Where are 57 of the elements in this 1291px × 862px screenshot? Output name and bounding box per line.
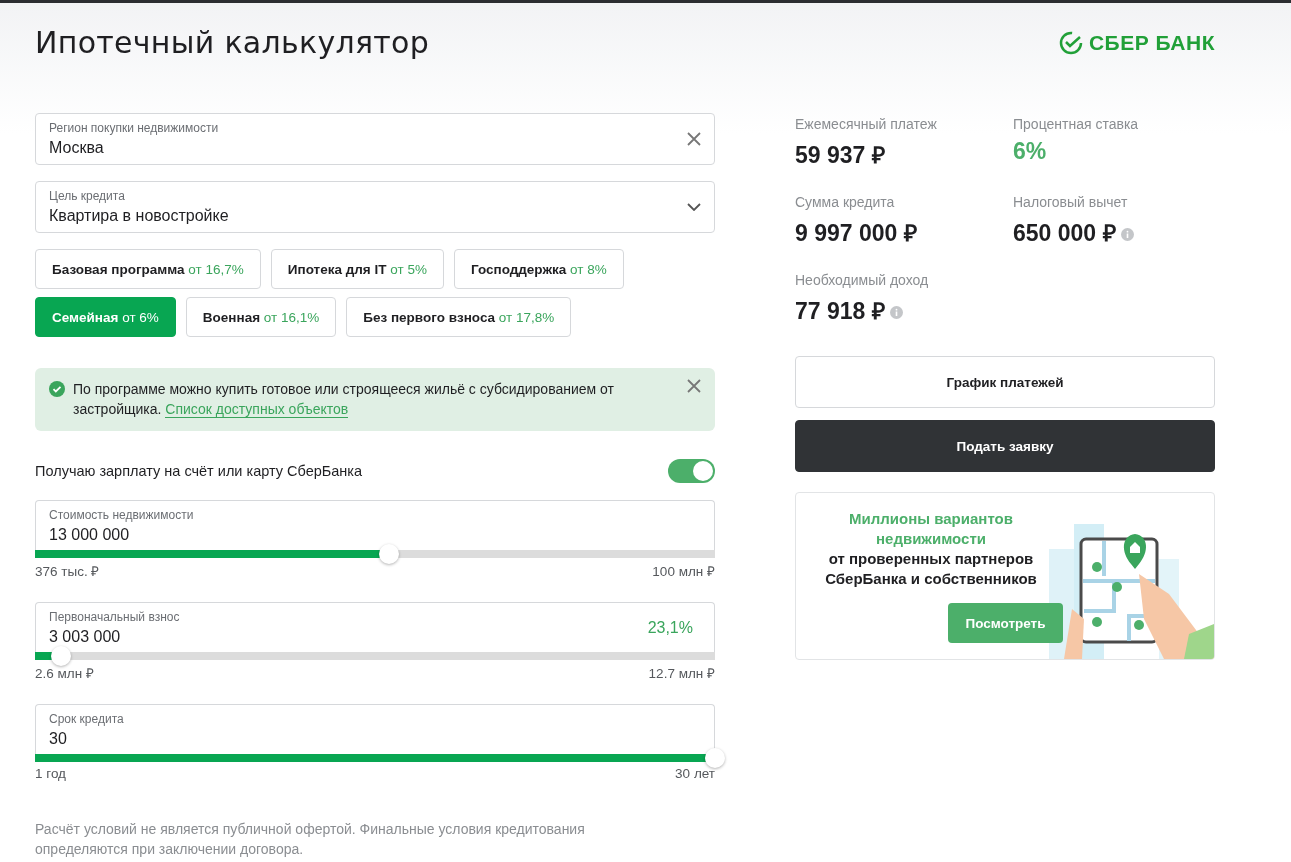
region-field[interactable]: Регион покупки недвижимости Москва	[35, 113, 715, 165]
max-label: 30 лет	[675, 766, 715, 781]
notice-text: По программе можно купить готовое или строящееся жильё с субсидированием от застройщика. Список доступных объектов	[73, 380, 615, 419]
result-value: 650 000 ₽	[1013, 219, 1116, 248]
page-title: Ипотечный калькулятор	[35, 25, 430, 60]
result-label: Необходимый доход	[795, 272, 930, 288]
field-label: Стоимость недвижимости	[49, 508, 194, 522]
field-label: Срок кредита	[49, 712, 124, 726]
program-chip[interactable]: Военная от 16,1%	[185, 297, 337, 337]
max-label: 100 млн ₽	[652, 563, 715, 580]
close-icon[interactable]	[687, 132, 701, 146]
schedule-button[interactable]: График платежей	[795, 356, 1215, 408]
slider-field[interactable]: Первоначальный взнос 3 003 000 23,1%	[35, 602, 715, 646]
result-label: Процентная ставка	[1013, 116, 1140, 132]
slider-thumb[interactable]	[378, 544, 399, 564]
field-value: Квартира в новостройке	[49, 207, 229, 225]
info-icon[interactable]	[1120, 228, 1134, 241]
apply-button[interactable]: Подать заявку	[795, 420, 1215, 472]
field-value: 3 003 000	[49, 628, 122, 646]
logo-icon	[1058, 31, 1083, 55]
field-label: Регион покупки недвижимости	[49, 121, 219, 135]
field-label: Цель кредита	[49, 189, 126, 203]
min-label: 2.6 млн ₽	[35, 665, 94, 682]
result-value: 77 918 ₽	[795, 297, 885, 326]
slider-field[interactable]: Стоимость недвижимости 13 000 000	[35, 500, 715, 544]
max-label: 12.7 млн ₽	[648, 665, 715, 682]
check-circle-icon	[49, 381, 65, 397]
percent-value: 23,1%	[647, 619, 693, 637]
result-label: Налоговый вычет	[1013, 194, 1129, 210]
slider-field[interactable]: Срок кредита 30	[35, 704, 715, 748]
toggle-label: Получаю зарплату на счёт или карту СберБанка	[35, 463, 363, 479]
min-label: 1 год	[35, 766, 66, 781]
result-label: Ежемесячный платеж	[795, 116, 938, 132]
field-value: 13 000 000	[49, 526, 131, 544]
result-label: Сумма кредита	[795, 194, 896, 210]
slider-thumb[interactable]	[705, 748, 725, 768]
field-value: Москва	[49, 139, 105, 157]
result-value: 6%	[1013, 138, 1047, 165]
slider-thumb[interactable]	[51, 646, 71, 666]
program-chip[interactable]: Базовая программа от 16,7%	[35, 249, 261, 289]
logo-text: СБЕР БАНК	[1088, 31, 1215, 55]
field-label: Первоначальный взнос	[49, 610, 180, 624]
chevron-down-icon[interactable]	[687, 203, 701, 211]
field-value: 30	[49, 730, 68, 748]
banner-subtitle: от проверенных партнеров СберБанка и собственников	[824, 549, 1038, 589]
info-icon[interactable]	[889, 306, 903, 319]
purpose-select[interactable]: Цель кредита Квартира в новостройке	[35, 181, 715, 233]
disclaimer-text: Расчёт условий не является публичной офертой. Финальные условия кредитования определяются при заключении договора.	[35, 820, 586, 859]
min-label: 376 тыс. ₽	[35, 563, 100, 580]
result-value: 59 937 ₽	[795, 141, 885, 170]
program-chip[interactable]: Господдержка от 8%	[453, 249, 624, 289]
close-icon[interactable]	[687, 379, 701, 393]
program-chip[interactable]: Ипотека для IT от 5%	[270, 249, 444, 289]
program-chip[interactable]: Без первого взноса от 17,8%	[346, 297, 572, 337]
result-value: 9 997 000 ₽	[795, 219, 917, 248]
salary-toggle[interactable]	[668, 459, 715, 483]
banner-title: Миллионы вариантов недвижимости	[848, 509, 1014, 549]
